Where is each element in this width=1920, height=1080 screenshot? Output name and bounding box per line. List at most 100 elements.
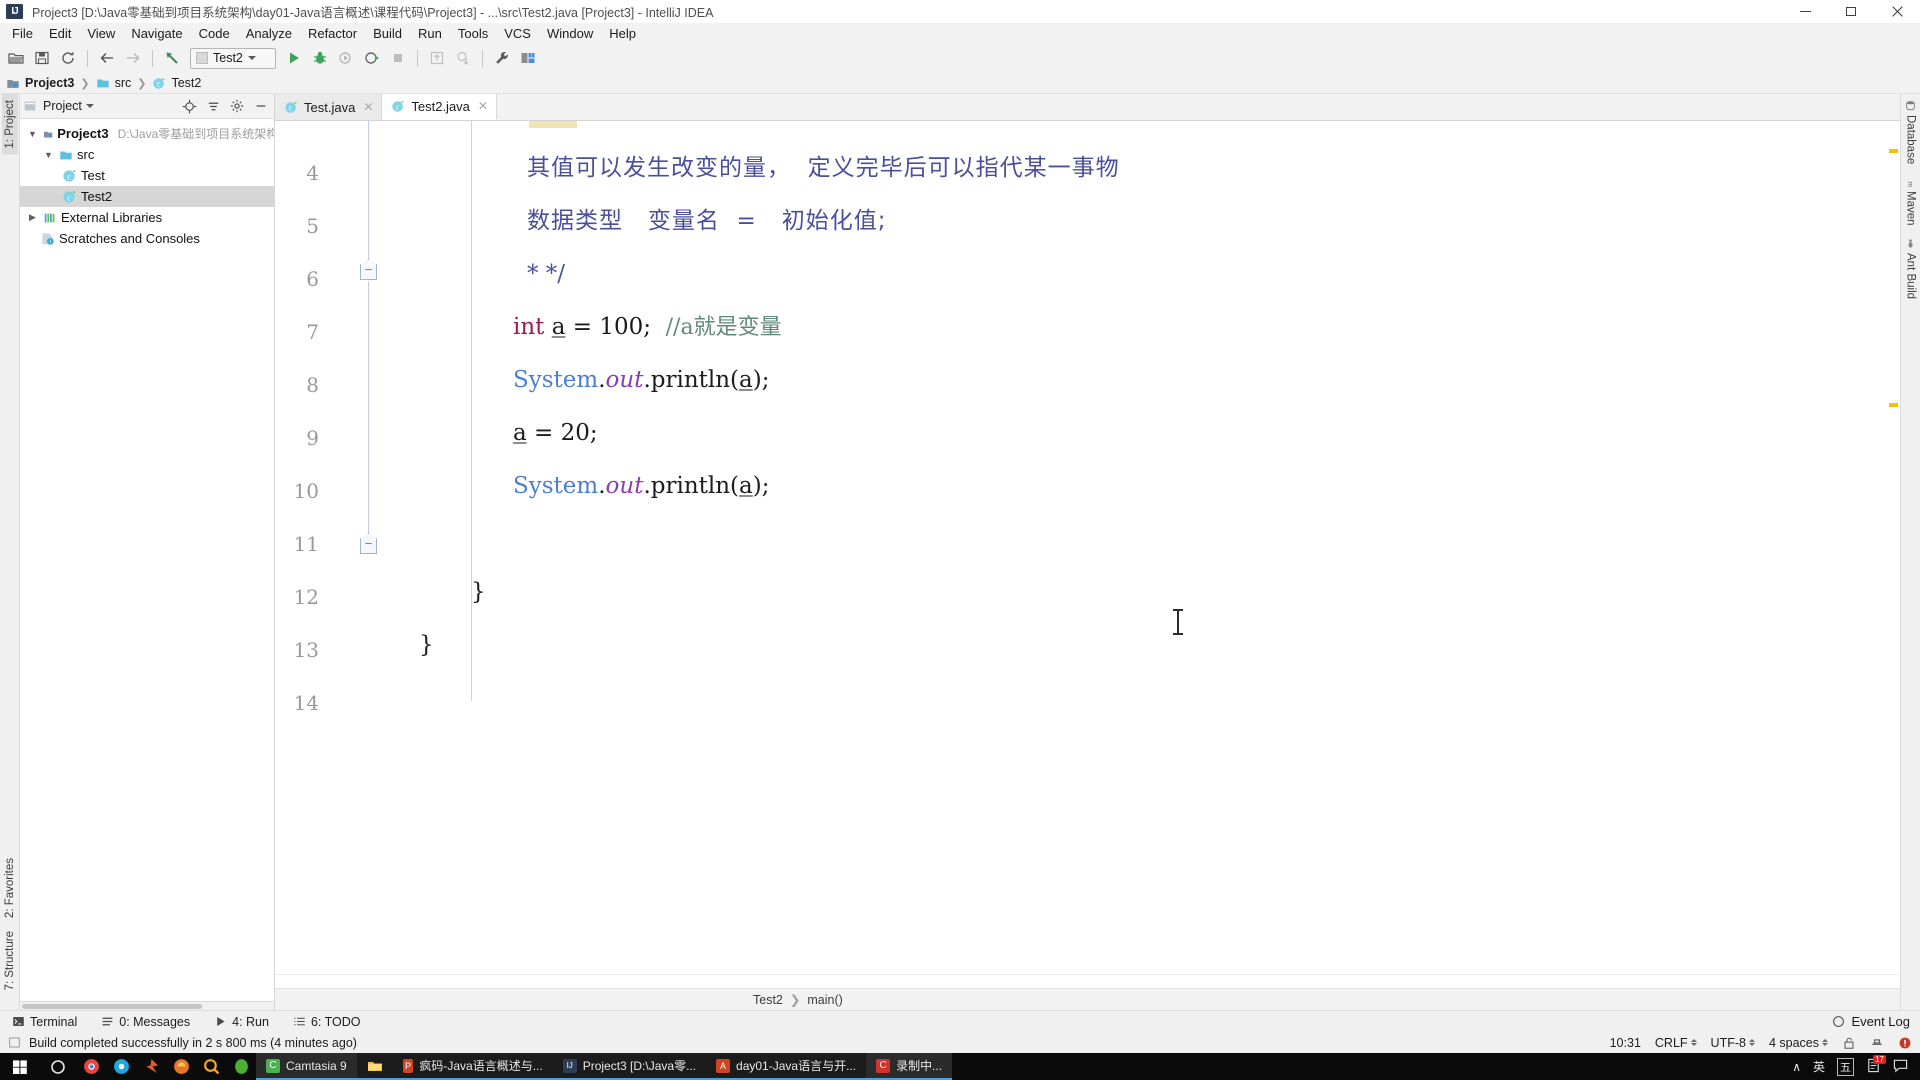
chevron-down-icon[interactable]: ▼	[26, 129, 39, 139]
breadcrumb-item-project3[interactable]: Project3	[6, 76, 74, 90]
menu-help[interactable]: Help	[601, 24, 644, 43]
project-structure-icon[interactable]	[516, 46, 540, 70]
fold-marker-line6[interactable]: −	[360, 259, 377, 280]
firefox-icon[interactable]	[166, 1053, 196, 1080]
tool-window-run[interactable]: 4: Run	[210, 1014, 273, 1030]
run-with-coverage-button[interactable]	[334, 46, 358, 70]
menu-navigate[interactable]: Navigate	[123, 24, 190, 43]
close-button[interactable]	[1874, 0, 1920, 23]
breadcrumb-method[interactable]: main()	[807, 993, 842, 1007]
sidebar-item-project[interactable]: 1: Project	[1, 94, 18, 155]
error-badge-icon[interactable]	[1898, 1036, 1912, 1050]
menu-view[interactable]: View	[79, 24, 123, 43]
sidebar-item-ant-build[interactable]: Ant Build	[1903, 232, 1919, 305]
fold-marker-line12[interactable]: −	[360, 533, 377, 554]
minimize-button[interactable]	[1782, 0, 1828, 23]
revert-icon[interactable]	[160, 46, 184, 70]
menu-code[interactable]: Code	[191, 24, 238, 43]
windows-start-icon[interactable]	[0, 1053, 40, 1080]
fold-column[interactable]: − −	[359, 121, 379, 974]
tree-item-test2[interactable]: c Test2	[20, 186, 274, 207]
tool-window-messages[interactable]: 0: Messages	[97, 1014, 194, 1030]
caret-position[interactable]: 10:31	[1610, 1036, 1641, 1050]
menu-build[interactable]: Build	[365, 24, 410, 43]
search-dog-icon[interactable]	[196, 1053, 226, 1080]
editor-gutter[interactable]: 4 5 6 7 8 9 10 11 12 13 14 − −	[275, 121, 379, 974]
encoding-selector[interactable]: UTF-8	[1711, 1036, 1755, 1050]
cortana-circle-icon[interactable]	[40, 1053, 76, 1080]
ime-language-icon[interactable]: 英	[1813, 1058, 1825, 1075]
taskbar-app-camtasia[interactable]: C Camtasia 9	[256, 1053, 357, 1080]
editor-tab-test2-java[interactable]: c Test2.java ✕	[382, 94, 497, 120]
debug-button[interactable]	[308, 46, 332, 70]
green-app-icon[interactable]	[226, 1053, 256, 1080]
editor-horizontal-scrollbar[interactable]	[275, 974, 1900, 988]
menu-refactor[interactable]: Refactor	[300, 24, 365, 43]
notes-icon[interactable]: 17	[1866, 1054, 1886, 1076]
ime-input-method-icon[interactable]: 五	[1837, 1057, 1854, 1076]
editor-vertical-scrollbar[interactable]	[1886, 121, 1900, 974]
run-configuration-selector[interactable]: Test2	[190, 47, 276, 69]
menu-analyze[interactable]: Analyze	[238, 24, 300, 43]
update-project-icon[interactable]	[425, 46, 449, 70]
sync-refresh-icon[interactable]	[56, 46, 80, 70]
line-separator-selector[interactable]: CRLF	[1655, 1036, 1697, 1050]
close-icon[interactable]: ✕	[478, 99, 488, 113]
menu-window[interactable]: Window	[539, 24, 601, 43]
forward-arrow-icon[interactable]	[121, 46, 145, 70]
settings-wrench-icon[interactable]	[490, 46, 514, 70]
tool-window-terminal[interactable]: Terminal	[8, 1014, 81, 1030]
locate-target-icon[interactable]	[179, 96, 199, 116]
indent-selector[interactable]: 4 spaces	[1769, 1036, 1828, 1050]
menu-run[interactable]: Run	[410, 24, 450, 43]
run-profiler-button[interactable]	[360, 46, 384, 70]
close-icon[interactable]: ✕	[363, 100, 373, 114]
gear-icon[interactable]	[227, 96, 247, 116]
tree-item-project3[interactable]: ▼ Project3 D:\Java零基础到项目系统架构\day01-Ja	[20, 123, 274, 144]
breadcrumb-class[interactable]: Test2	[753, 993, 783, 1007]
tree-item-scratches[interactable]: i Scratches and Consoles	[20, 228, 274, 249]
tree-item-test[interactable]: c Test	[20, 165, 274, 186]
commit-icon[interactable]	[451, 46, 475, 70]
sidebar-item-structure[interactable]: 7: Structure	[2, 925, 18, 996]
sidebar-item-database[interactable]: Database	[1903, 94, 1919, 170]
save-all-icon[interactable]	[30, 46, 54, 70]
hector-hat-icon[interactable]	[1870, 1036, 1884, 1050]
chevron-down-icon[interactable]	[85, 104, 94, 108]
qq-browser-icon[interactable]	[106, 1053, 136, 1080]
menu-tools[interactable]: Tools	[450, 24, 496, 43]
editor-canvas[interactable]: 4 5 6 7 8 9 10 11 12 13 14 − − 其值可以发生改变的…	[275, 121, 1900, 974]
menu-vcs[interactable]: VCS	[496, 24, 539, 43]
sidebar-item-maven[interactable]: m Maven	[1903, 170, 1919, 232]
taskbar-app-file-explorer[interactable]	[356, 1053, 393, 1080]
show-hidden-icons[interactable]: ∧	[1792, 1060, 1801, 1074]
stop-button[interactable]	[386, 46, 410, 70]
thunder-icon[interactable]	[136, 1053, 166, 1080]
tree-item-src[interactable]: ▼ src	[20, 144, 274, 165]
open-folder-icon[interactable]	[4, 46, 28, 70]
chevron-right-icon[interactable]: ▶	[26, 212, 39, 223]
taskbar-app-recording[interactable]: C 录制中...	[866, 1053, 953, 1080]
tool-window-todo[interactable]: 6: TODO	[289, 1014, 365, 1030]
back-arrow-icon[interactable]	[95, 46, 119, 70]
run-button[interactable]	[282, 46, 306, 70]
action-center-icon[interactable]	[1893, 1058, 1908, 1076]
chevron-down-icon[interactable]: ▼	[42, 150, 55, 160]
event-log-button[interactable]: Event Log	[1832, 1014, 1910, 1029]
editor-tab-test-java[interactable]: c Test.java ✕	[275, 94, 383, 120]
menu-file[interactable]: File	[4, 24, 41, 43]
chrome-icon[interactable]	[76, 1053, 106, 1080]
project-panel-hscrollbar[interactable]	[20, 1001, 274, 1010]
menu-edit[interactable]: Edit	[41, 24, 79, 43]
maximize-button[interactable]	[1828, 0, 1874, 23]
taskbar-app-intellij[interactable]: IJ Project3 [D:\Java零...	[552, 1053, 707, 1080]
code-text-area[interactable]: 其值可以发生改变的量， 定义完毕后可以指代某一事物 数据类型 变量名 = 初始化…	[379, 121, 1900, 974]
breadcrumb-item-src[interactable]: src	[96, 76, 131, 90]
unlocked-padlock-icon[interactable]	[1842, 1036, 1856, 1050]
collapse-all-icon[interactable]	[203, 96, 223, 116]
taskbar-app-pdf[interactable]: A day01-Java语言与开...	[706, 1053, 867, 1080]
tree-item-external-libraries[interactable]: ▶ External Libraries	[20, 207, 274, 228]
sidebar-item-favorites[interactable]: 2: Favorites	[2, 852, 18, 924]
hide-panel-icon[interactable]	[251, 96, 271, 116]
taskbar-app-powerpoint[interactable]: P 疯码-Java语言概述与...	[392, 1053, 553, 1080]
